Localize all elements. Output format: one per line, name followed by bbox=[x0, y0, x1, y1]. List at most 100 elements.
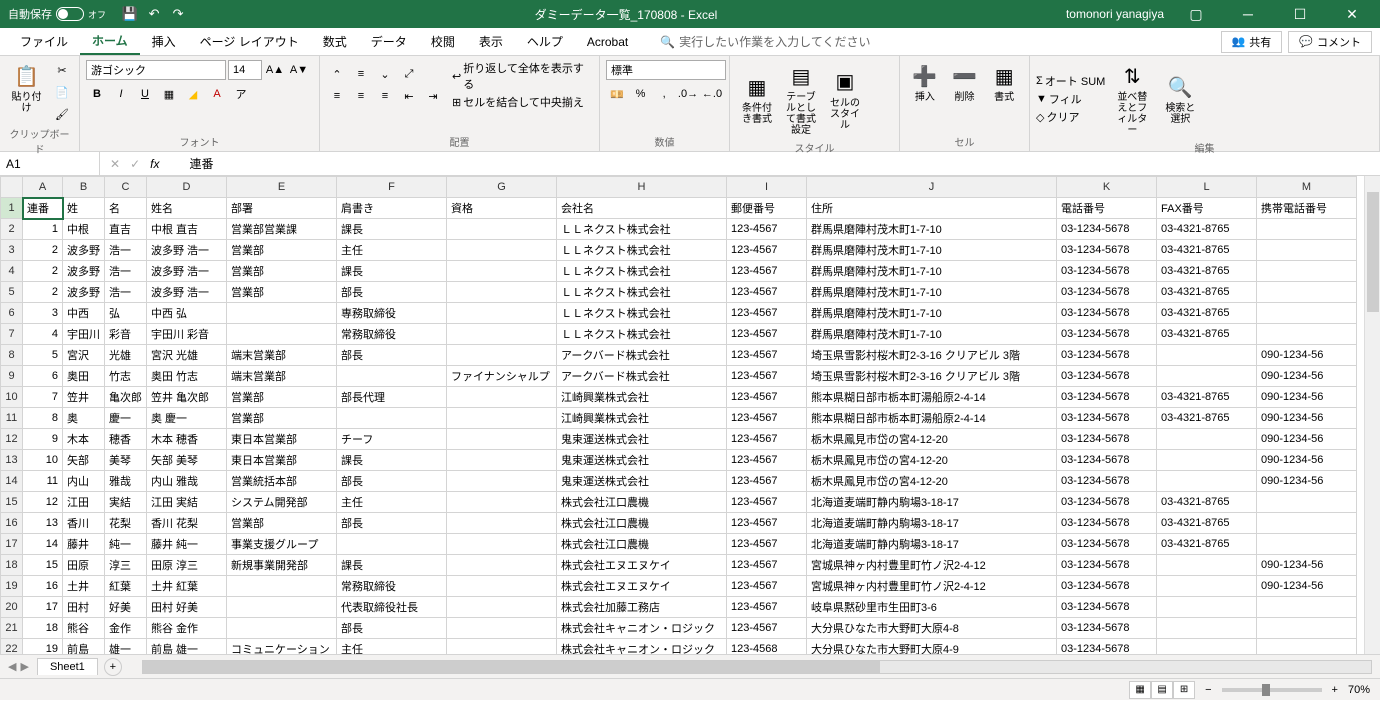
cell[interactable]: 群馬県磨陣村茂木町1-7-10 bbox=[807, 324, 1057, 345]
cell[interactable]: 北海道麦端町静内駒場3-18-17 bbox=[807, 513, 1057, 534]
cell[interactable] bbox=[447, 282, 557, 303]
cell[interactable]: 内山 雅哉 bbox=[147, 471, 227, 492]
cell[interactable]: 4 bbox=[23, 324, 63, 345]
cell[interactable]: 11 bbox=[23, 471, 63, 492]
cell[interactable]: ＬＬネクスト株式会社 bbox=[557, 219, 727, 240]
cell[interactable]: 090-1234-56 bbox=[1257, 366, 1357, 387]
row-header[interactable]: 18 bbox=[1, 555, 23, 576]
cell[interactable]: システム開発部 bbox=[227, 492, 337, 513]
cell[interactable]: 浩一 bbox=[105, 282, 147, 303]
row-header[interactable]: 15 bbox=[1, 492, 23, 513]
cell[interactable] bbox=[447, 240, 557, 261]
cell[interactable]: 03-1234-5678 bbox=[1057, 618, 1157, 639]
cell[interactable]: 波多野 bbox=[63, 282, 105, 303]
cell[interactable] bbox=[1157, 429, 1257, 450]
row-header[interactable]: 12 bbox=[1, 429, 23, 450]
cell[interactable]: 群馬県磨陣村茂木町1-7-10 bbox=[807, 219, 1057, 240]
cell[interactable]: 123-4568 bbox=[727, 639, 807, 655]
cell[interactable]: 主任 bbox=[337, 492, 447, 513]
col-header[interactable]: C bbox=[105, 177, 147, 198]
cell[interactable]: 笠井 bbox=[63, 387, 105, 408]
row-header[interactable]: 20 bbox=[1, 597, 23, 618]
number-format-combo[interactable]: 標準 bbox=[606, 60, 726, 80]
cell[interactable]: 03-4321-8765 bbox=[1157, 534, 1257, 555]
cell[interactable]: 波多野 bbox=[63, 240, 105, 261]
row-header[interactable]: 19 bbox=[1, 576, 23, 597]
tab-acrobat[interactable]: Acrobat bbox=[575, 31, 640, 53]
cell[interactable]: 江田 実結 bbox=[147, 492, 227, 513]
redo-icon[interactable]: ↷ bbox=[170, 6, 186, 22]
cell[interactable]: 郵便番号 bbox=[727, 198, 807, 219]
cell[interactable]: 部長 bbox=[337, 471, 447, 492]
format-painter-icon[interactable]: 🖌 bbox=[51, 104, 73, 124]
cell[interactable] bbox=[227, 303, 337, 324]
cell[interactable]: 香川 花梨 bbox=[147, 513, 227, 534]
cell[interactable]: 好美 bbox=[105, 597, 147, 618]
align-right-icon[interactable]: ≡ bbox=[374, 86, 396, 106]
row-header[interactable]: 22 bbox=[1, 639, 23, 655]
cell[interactable] bbox=[227, 597, 337, 618]
cell[interactable]: 栃木県鳳見市岱の宮4-12-20 bbox=[807, 450, 1057, 471]
zoom-in-icon[interactable]: + bbox=[1332, 684, 1338, 696]
cell[interactable]: 12 bbox=[23, 492, 63, 513]
cell[interactable]: 090-1234-56 bbox=[1257, 387, 1357, 408]
cell[interactable]: 慶一 bbox=[105, 408, 147, 429]
cell[interactable]: 10 bbox=[23, 450, 63, 471]
cell[interactable]: 田原 淳三 bbox=[147, 555, 227, 576]
cell[interactable] bbox=[447, 513, 557, 534]
cell[interactable]: 090-1234-56 bbox=[1257, 450, 1357, 471]
cut-icon[interactable]: ✂ bbox=[51, 60, 73, 80]
underline-icon[interactable]: U bbox=[134, 84, 156, 104]
cell[interactable] bbox=[227, 324, 337, 345]
cell[interactable] bbox=[1157, 618, 1257, 639]
cell[interactable]: 03-1234-5678 bbox=[1057, 324, 1157, 345]
cell[interactable]: 藤井 純一 bbox=[147, 534, 227, 555]
sheet-tab[interactable]: Sheet1 bbox=[37, 658, 98, 675]
cell[interactable]: 19 bbox=[23, 639, 63, 655]
decrease-font-icon[interactable]: A▼ bbox=[288, 60, 310, 80]
cell[interactable]: 090-1234-56 bbox=[1257, 471, 1357, 492]
cell[interactable]: 田村 bbox=[63, 597, 105, 618]
cell[interactable]: 14 bbox=[23, 534, 63, 555]
cell[interactable]: 専務取締役 bbox=[337, 303, 447, 324]
col-header[interactable]: G bbox=[447, 177, 557, 198]
cell[interactable]: アークバード株式会社 bbox=[557, 345, 727, 366]
cell[interactable]: 8 bbox=[23, 408, 63, 429]
cell[interactable]: 常務取締役 bbox=[337, 576, 447, 597]
cell[interactable]: 大分県ひなた市大野町大原4-9 bbox=[807, 639, 1057, 655]
cell[interactable]: 123-4567 bbox=[727, 618, 807, 639]
cell[interactable]: 03-1234-5678 bbox=[1057, 555, 1157, 576]
cell[interactable]: 紅葉 bbox=[105, 576, 147, 597]
cell[interactable]: 部長 bbox=[337, 618, 447, 639]
cell[interactable]: 波多野 浩一 bbox=[147, 282, 227, 303]
align-center-icon[interactable]: ≡ bbox=[350, 86, 372, 106]
cell[interactable]: 2 bbox=[23, 261, 63, 282]
row-header[interactable]: 8 bbox=[1, 345, 23, 366]
cell[interactable]: 鬼束運送株式会社 bbox=[557, 471, 727, 492]
row-header[interactable]: 13 bbox=[1, 450, 23, 471]
cell[interactable]: 熊本県糊日部市栃本町湯船原2-4-14 bbox=[807, 408, 1057, 429]
cell[interactable]: 03-1234-5678 bbox=[1057, 387, 1157, 408]
cell[interactable]: 直吉 bbox=[105, 219, 147, 240]
cell[interactable]: 7 bbox=[23, 387, 63, 408]
normal-view-icon[interactable]: ▦ bbox=[1129, 681, 1151, 699]
cell[interactable]: 03-1234-5678 bbox=[1057, 261, 1157, 282]
col-header[interactable]: J bbox=[807, 177, 1057, 198]
cell[interactable]: 浩一 bbox=[105, 261, 147, 282]
cell[interactable]: 2 bbox=[23, 282, 63, 303]
cell[interactable]: 2 bbox=[23, 240, 63, 261]
enter-formula-icon[interactable]: ✓ bbox=[130, 157, 140, 171]
cell[interactable]: 奥 慶一 bbox=[147, 408, 227, 429]
tab-file[interactable]: ファイル bbox=[8, 29, 80, 54]
share-button[interactable]: 👥共有 bbox=[1221, 31, 1283, 53]
cell[interactable]: 課長 bbox=[337, 219, 447, 240]
cell[interactable]: 03-4321-8765 bbox=[1157, 387, 1257, 408]
cell[interactable]: 03-1234-5678 bbox=[1057, 576, 1157, 597]
cell[interactable] bbox=[447, 555, 557, 576]
indent-dec-icon[interactable]: ⇤ bbox=[398, 86, 420, 106]
cell[interactable]: ＬＬネクスト株式会社 bbox=[557, 240, 727, 261]
cell[interactable]: 123-4567 bbox=[727, 303, 807, 324]
cell[interactable]: 端末営業部 bbox=[227, 366, 337, 387]
cell[interactable] bbox=[1257, 513, 1357, 534]
cell[interactable]: 田村 好美 bbox=[147, 597, 227, 618]
